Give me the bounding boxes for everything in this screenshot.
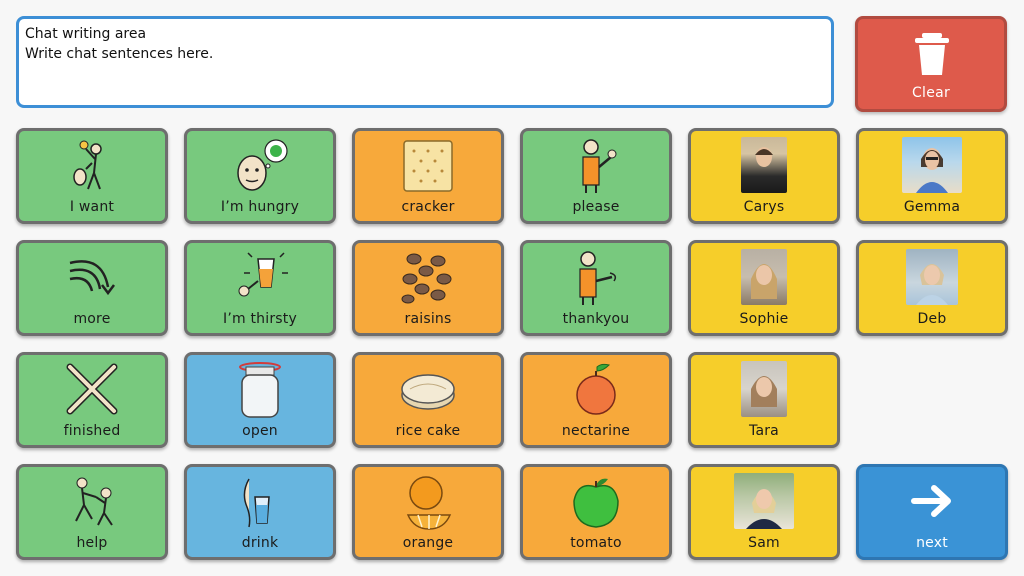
tile-label: drink — [241, 535, 279, 551]
tile-nectarine[interactable]: nectarine — [520, 352, 672, 448]
tile-sophie[interactable]: Sophie — [688, 240, 840, 336]
thankyou-icon — [568, 249, 624, 311]
tile-label: raisins — [404, 311, 452, 327]
clear-button[interactable]: Clear — [855, 16, 1007, 112]
clear-label: Clear — [911, 85, 951, 101]
tile-label: Sophie — [739, 311, 789, 327]
tile-tara[interactable]: Tara — [688, 352, 840, 448]
gemma-photo — [902, 137, 962, 193]
finished-icon — [62, 361, 122, 423]
tile-deb[interactable]: Deb — [856, 240, 1008, 336]
help-icon — [62, 473, 122, 535]
tile-thankyou[interactable]: thankyou — [520, 240, 672, 336]
sam-photo — [734, 473, 794, 529]
drink-icon — [235, 473, 285, 535]
tile-rice-cake[interactable]: rice cake — [352, 352, 504, 448]
tile-label: finished — [63, 423, 121, 439]
tile-label: Deb — [917, 311, 947, 327]
tile-orange[interactable]: orange — [352, 464, 504, 560]
tile-tomato[interactable]: tomato — [520, 464, 672, 560]
hungry-face-icon — [228, 137, 292, 199]
tile-label: I’m hungry — [220, 199, 300, 215]
sophie-photo — [741, 249, 787, 305]
tile-label: Gemma — [903, 199, 961, 215]
tile-gemma[interactable]: Gemma — [856, 128, 1008, 224]
deb-photo — [906, 249, 958, 305]
orange-fruit-icon — [398, 473, 458, 535]
tara-photo — [741, 361, 787, 417]
tile-please[interactable]: please — [520, 128, 672, 224]
tile-label: thankyou — [562, 311, 630, 327]
more-icon — [62, 249, 122, 311]
tile-label: please — [572, 199, 620, 215]
tile-raisins[interactable]: raisins — [352, 240, 504, 336]
tile-im-hungry[interactable]: I’m hungry — [184, 128, 336, 224]
chat-line-1: Chat writing area — [25, 26, 147, 42]
tile-label: help — [76, 535, 108, 551]
tile-cracker[interactable]: cracker — [352, 128, 504, 224]
tile-label: Carys — [743, 199, 785, 215]
tile-label: next — [916, 535, 948, 551]
i-want-icon — [62, 137, 122, 199]
tile-sam[interactable]: Sam — [688, 464, 840, 560]
tile-label: more — [73, 311, 111, 327]
tile-im-thirsty[interactable]: I’m thirsty — [184, 240, 336, 336]
tile-label: tomato — [570, 535, 622, 551]
tile-open[interactable]: open — [184, 352, 336, 448]
tile-label: Sam — [748, 535, 780, 551]
tile-help[interactable]: help — [16, 464, 168, 560]
jar-icon — [230, 361, 290, 423]
thirsty-icon — [228, 249, 292, 311]
tile-label: cracker — [401, 199, 455, 215]
cracker-icon — [400, 137, 456, 199]
tile-i-want[interactable]: I want — [16, 128, 168, 224]
tile-label: I want — [69, 199, 115, 215]
tile-label: Tara — [749, 423, 779, 439]
chat-line-2: Write chat sentences here. — [25, 46, 214, 62]
tile-label: open — [242, 423, 278, 439]
carys-photo — [741, 137, 787, 193]
tile-label: nectarine — [561, 423, 631, 439]
rice-cake-icon — [398, 361, 458, 423]
trash-icon — [912, 31, 952, 81]
apple-icon — [568, 473, 624, 535]
tile-more[interactable]: more — [16, 240, 168, 336]
tile-carys[interactable]: Carys — [688, 128, 840, 224]
raisins-icon — [398, 249, 458, 311]
nectarine-icon — [571, 361, 621, 423]
tile-drink[interactable]: drink — [184, 464, 336, 560]
arrow-right-icon — [910, 483, 954, 523]
chat-writing-area[interactable]: Chat writing area Write chat sentences h… — [16, 16, 834, 108]
tile-label: rice cake — [395, 423, 461, 439]
next-button[interactable]: next — [856, 464, 1008, 560]
tile-label: orange — [402, 535, 454, 551]
tile-finished[interactable]: finished — [16, 352, 168, 448]
please-icon — [571, 137, 621, 199]
tile-label: I’m thirsty — [223, 311, 297, 327]
